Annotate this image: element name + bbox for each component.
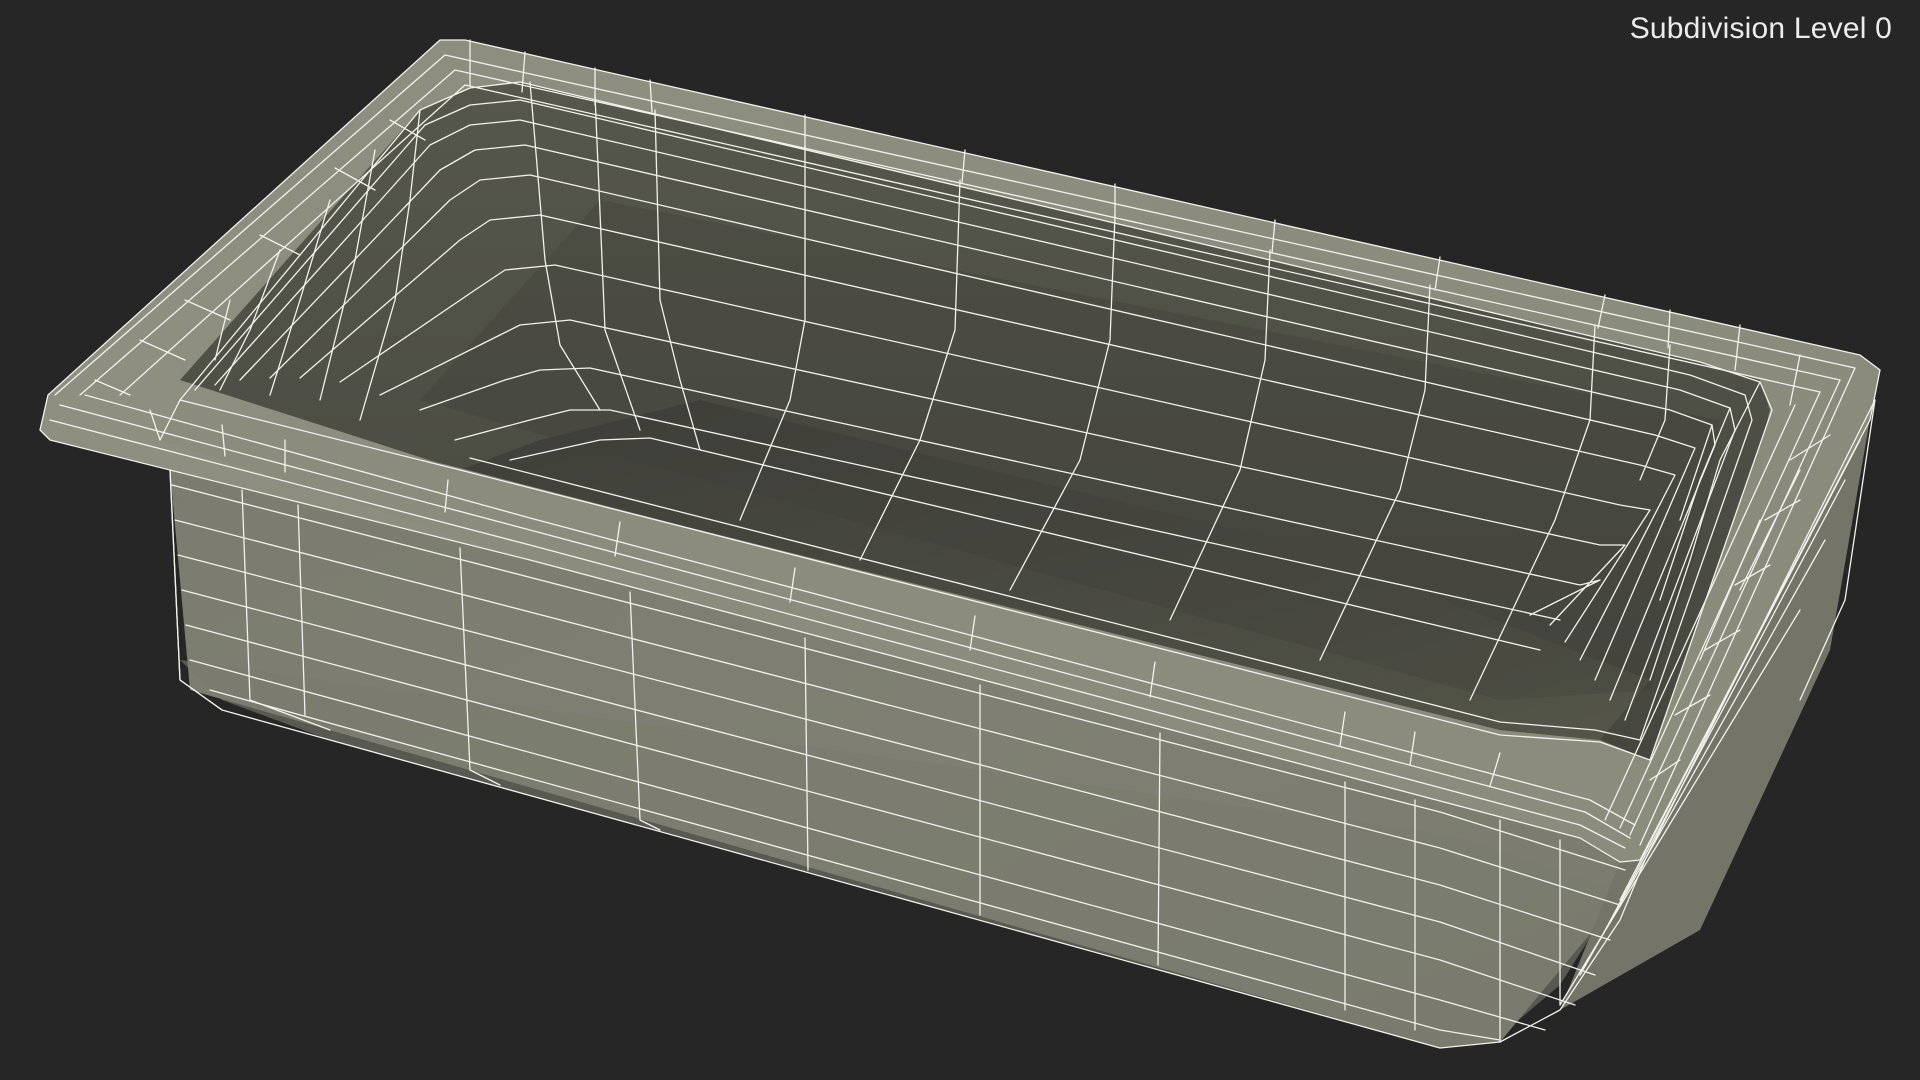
3d-viewport[interactable]: Subdivision Level 0 xyxy=(0,0,1920,1080)
bathtub-wireframe-model[interactable] xyxy=(0,0,1920,1080)
subdivision-level-label: Subdivision Level 0 xyxy=(1629,12,1892,45)
